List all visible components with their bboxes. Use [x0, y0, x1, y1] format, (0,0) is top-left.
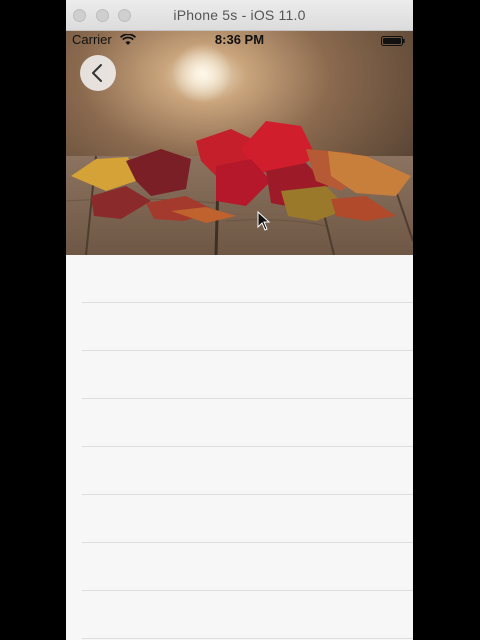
- battery-icon: [381, 36, 405, 46]
- back-button[interactable]: [80, 55, 116, 91]
- table-row[interactable]: [82, 399, 413, 447]
- phone-screen: Carrier 8:36 PM: [66, 31, 413, 640]
- table-row[interactable]: [82, 543, 413, 591]
- status-time: 8:36 PM: [214, 32, 265, 47]
- table-row[interactable]: [82, 447, 413, 495]
- table-view[interactable]: [66, 255, 413, 640]
- simulator-window: iPhone 5s - iOS 11.0 Carrier 8:36 PM: [66, 0, 413, 640]
- window-title: iPhone 5s - iOS 11.0: [173, 7, 306, 23]
- table-row[interactable]: [82, 303, 413, 351]
- table-row[interactable]: [82, 351, 413, 399]
- chevron-left-icon: [92, 64, 102, 82]
- status-bar: Carrier 8:36 PM: [66, 31, 413, 51]
- table-row[interactable]: [82, 255, 413, 303]
- table-row[interactable]: [82, 495, 413, 543]
- window-titlebar: iPhone 5s - iOS 11.0: [66, 0, 413, 31]
- header-image: Carrier 8:36 PM: [66, 31, 413, 255]
- mouse-cursor-icon: [257, 211, 271, 231]
- table-row[interactable]: [82, 591, 413, 639]
